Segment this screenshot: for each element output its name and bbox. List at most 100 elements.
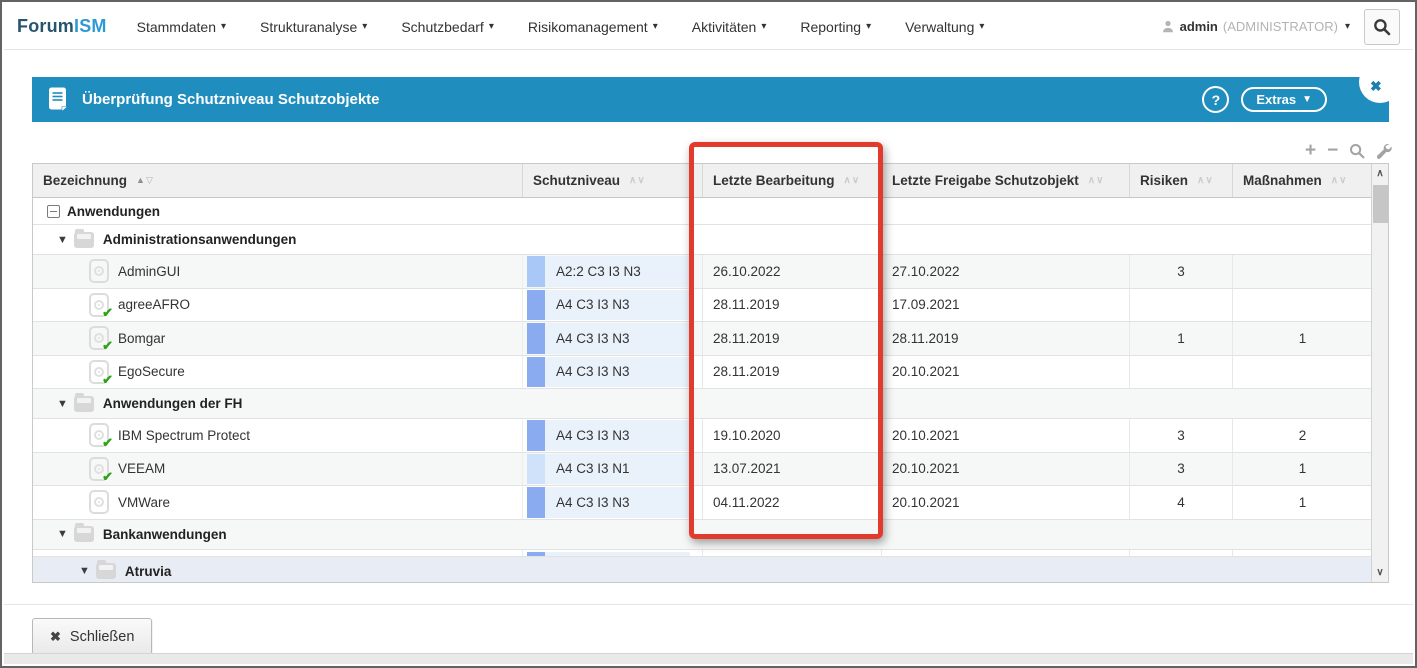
sort-icon[interactable]: ▲▽ bbox=[136, 176, 154, 185]
application-icon: ✔ bbox=[89, 457, 109, 481]
sort-icon[interactable]: ∧∨ bbox=[629, 176, 646, 186]
table-row[interactable]: ✔IBM Spectrum ProtectA4 C3 I3 N319.10.20… bbox=[33, 419, 1373, 453]
sort-up-icon: ∧ bbox=[1088, 175, 1096, 186]
risiken-cell bbox=[1130, 550, 1233, 556]
panel-close-button[interactable]: ✖ bbox=[1359, 61, 1401, 103]
wrench-icon[interactable] bbox=[1376, 143, 1392, 159]
table-row[interactable]: ▼Bankanwendungen bbox=[33, 520, 1373, 550]
global-search-button[interactable] bbox=[1364, 9, 1400, 45]
schutzniveau-value: A4 C3 I3 N1 bbox=[545, 461, 630, 476]
letzte-bearbeitung-cell: 28.11.2019 bbox=[703, 322, 882, 355]
column-header-schutzniveau[interactable]: Schutzniveau∧∨ bbox=[523, 164, 703, 197]
tree-cell: ✔IBM Spectrum Protect bbox=[33, 423, 522, 447]
page-title: Überprüfung Schutzniveau Schutzobjekte bbox=[82, 91, 380, 108]
remove-icon[interactable]: − bbox=[1327, 142, 1338, 160]
app-logo[interactable]: ForumISM bbox=[17, 16, 107, 37]
menu-item-aktivitten[interactable]: Aktivitäten▾ bbox=[692, 19, 767, 35]
item-label: VEEAM bbox=[118, 461, 165, 476]
schutzniveau-cell: A2:2 C3 I3 N3 bbox=[523, 255, 703, 288]
sort-icon[interactable]: ∧∨ bbox=[1331, 176, 1348, 186]
scroll-up-arrow[interactable]: ∧ bbox=[1372, 168, 1388, 179]
schutzniveau-bar bbox=[527, 323, 545, 354]
schutzniveau-badge: A4 C3 I3 N3 bbox=[527, 487, 690, 518]
menu-item-schutzbedarf[interactable]: Schutzbedarf▾ bbox=[401, 19, 494, 35]
schutzniveau-bar bbox=[527, 487, 545, 518]
massnahmen-cell bbox=[1233, 356, 1373, 389]
caret-down-icon[interactable]: ▼ bbox=[57, 528, 68, 540]
sort-icon[interactable]: ∧∨ bbox=[1088, 176, 1105, 186]
risiken-cell bbox=[1130, 356, 1233, 389]
massnahmen-cell: 1 bbox=[1233, 486, 1373, 519]
check-icon: ✔ bbox=[102, 372, 113, 388]
sort-down-icon: ∨ bbox=[1205, 175, 1213, 186]
menu-item-verwaltung[interactable]: Verwaltung▾ bbox=[905, 19, 984, 35]
folder-icon bbox=[74, 232, 94, 248]
chevron-down-icon: ▾ bbox=[653, 21, 658, 32]
letzte-bearbeitung-cell: 13.07.2021 bbox=[703, 453, 882, 486]
nav-right: admin (ADMINISTRATOR) ▾ bbox=[1161, 9, 1400, 45]
help-button[interactable]: ? bbox=[1202, 86, 1229, 113]
tree-cell: Anwendungen bbox=[33, 198, 1373, 224]
menu-item-strukturanalyse[interactable]: Strukturanalyse▾ bbox=[260, 19, 367, 35]
add-icon[interactable]: + bbox=[1305, 142, 1316, 160]
menu-item-stammdaten[interactable]: Stammdaten▾ bbox=[137, 19, 226, 35]
schutzniveau-value: A4 C3 I3 N3 bbox=[545, 331, 630, 346]
table-row[interactable]: ▼Atruvia bbox=[33, 557, 1373, 584]
caret-down-icon[interactable]: ▼ bbox=[79, 565, 90, 577]
column-header-label: Risiken bbox=[1140, 173, 1188, 188]
caret-down-icon[interactable]: ▼ bbox=[57, 398, 68, 410]
table-row[interactable]: Anwendungen bbox=[33, 198, 1373, 225]
table-row[interactable] bbox=[33, 550, 1373, 557]
column-header-letzte-bearbeitung[interactable]: Letzte Bearbeitung ∧∨ bbox=[703, 164, 882, 197]
column-header-label: Letzte Bearbeitung bbox=[713, 173, 835, 188]
collapse-icon[interactable] bbox=[47, 205, 60, 218]
sort-icon[interactable]: ∧∨ bbox=[844, 176, 861, 186]
table-row[interactable]: ✔EgoSecureA4 C3 I3 N328.11.201920.10.202… bbox=[33, 356, 1373, 390]
table-row[interactable]: ▼Administrationsanwendungen bbox=[33, 225, 1373, 255]
search-icon bbox=[1373, 18, 1391, 36]
column-header-bezeichnung[interactable]: Bezeichnung▲▽ bbox=[33, 164, 523, 197]
application-icon: ✔ bbox=[89, 423, 109, 447]
sort-down-icon: ∨ bbox=[852, 175, 860, 186]
document-icon bbox=[48, 87, 69, 112]
letzte-freigabe-cell bbox=[882, 550, 1130, 556]
application-icon: ✔ bbox=[89, 293, 109, 317]
menu-item-reporting[interactable]: Reporting▾ bbox=[800, 19, 871, 35]
tree-cell: VMWare bbox=[33, 490, 522, 514]
schutzniveau-badge: A2:2 C3 I3 N3 bbox=[527, 256, 690, 287]
risiken-cell: 3 bbox=[1130, 255, 1233, 288]
letzte-bearbeitung-cell: 19.10.2020 bbox=[703, 419, 882, 452]
table-row[interactable]: ▼Anwendungen der FH bbox=[33, 389, 1373, 419]
table-row[interactable]: AdminGUIA2:2 C3 I3 N326.10.202227.10.202… bbox=[33, 255, 1373, 289]
extras-button[interactable]: Extras ▼ bbox=[1241, 87, 1327, 112]
scrollbar-thumb[interactable] bbox=[1373, 185, 1388, 223]
chevron-down-icon: ▾ bbox=[979, 21, 984, 32]
column-header-ma-nahmen[interactable]: Maßnahmen∧∨ bbox=[1233, 164, 1373, 197]
menu-item-risikomanagement[interactable]: Risikomanagement▾ bbox=[528, 19, 658, 35]
folder-icon bbox=[74, 526, 94, 542]
vertical-scrollbar[interactable]: ∧ ∨ bbox=[1371, 164, 1388, 582]
column-header-letzte-freigabe-schutzobjekt[interactable]: Letzte Freigabe Schutzobjekt∧∨ bbox=[882, 164, 1130, 197]
user-menu[interactable]: admin (ADMINISTRATOR) ▾ bbox=[1161, 19, 1350, 34]
chevron-down-icon: ▾ bbox=[489, 21, 494, 32]
sort-down-icon: ∨ bbox=[1096, 175, 1104, 186]
chevron-down-icon: ▾ bbox=[761, 21, 766, 32]
caret-down-icon[interactable]: ▼ bbox=[57, 234, 68, 246]
table-row[interactable]: ✔BomgarA4 C3 I3 N328.11.201928.11.201911 bbox=[33, 322, 1373, 356]
column-header-risiken[interactable]: Risiken ∧∨ bbox=[1130, 164, 1233, 197]
sort-icon[interactable]: ∧∨ bbox=[1197, 176, 1214, 186]
close-button[interactable]: ✖ Schließen bbox=[32, 618, 152, 655]
bezeichnung-cell: ✔agreeAFRO bbox=[33, 289, 523, 322]
letzte-bearbeitung-cell: 26.10.2022 bbox=[703, 255, 882, 288]
table-row[interactable]: VMWareA4 C3 I3 N304.11.202220.10.202141 bbox=[33, 486, 1373, 520]
check-icon: ✔ bbox=[102, 305, 113, 321]
schutzniveau-cell: A4 C3 I3 N3 bbox=[523, 486, 703, 519]
table-row[interactable]: ✔VEEAMA4 C3 I3 N113.07.202120.10.202131 bbox=[33, 453, 1373, 487]
check-icon: ✔ bbox=[102, 435, 113, 451]
scroll-down-arrow[interactable]: ∨ bbox=[1372, 567, 1388, 578]
search-icon[interactable] bbox=[1349, 143, 1365, 159]
table-row[interactable]: ✔agreeAFROA4 C3 I3 N328.11.201917.09.202… bbox=[33, 289, 1373, 323]
risiken-cell: 4 bbox=[1130, 486, 1233, 519]
massnahmen-cell: 1 bbox=[1233, 322, 1373, 355]
schutzniveau-bar bbox=[527, 420, 545, 451]
